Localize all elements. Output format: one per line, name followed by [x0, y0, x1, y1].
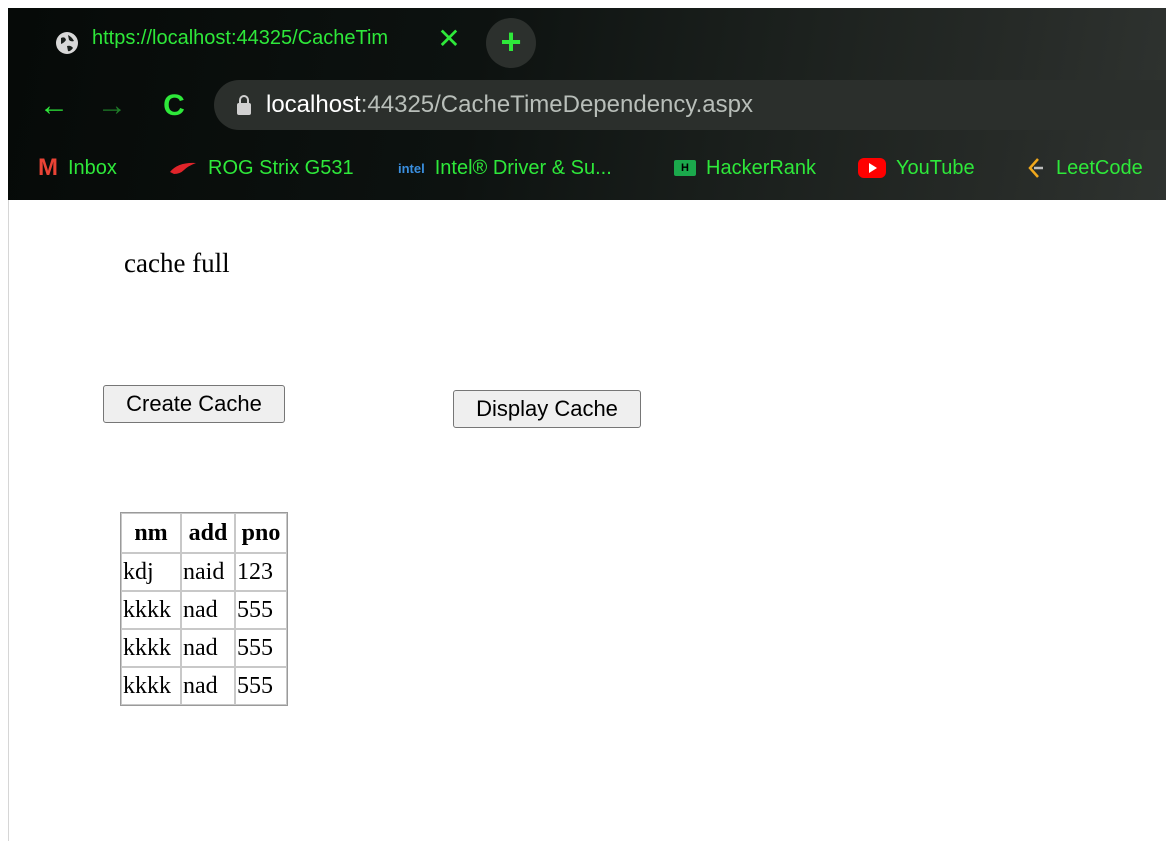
globe-icon: [56, 32, 78, 54]
leetcode-icon: [1028, 158, 1043, 178]
bookmark-label: HackerRank: [706, 156, 817, 179]
gmail-icon: M: [38, 154, 58, 181]
bookmark-intel[interactable]: intel Intel® Driver & Su...: [398, 154, 612, 182]
hackerrank-icon: H: [674, 160, 696, 176]
display-cache-button[interactable]: Display Cache: [453, 390, 641, 428]
cache-table: nm add pno kdj naid 123 kkkk nad 555 kkk…: [120, 512, 288, 706]
browser-tab[interactable]: https://localhost:44325/CacheTim ✕: [8, 8, 478, 78]
bookmark-label: ROG Strix G531: [208, 156, 354, 179]
table-cell: 555: [235, 629, 287, 667]
table-cell: nad: [181, 591, 235, 629]
bookmark-inbox[interactable]: M Inbox: [38, 154, 117, 182]
url-text: localhost:44325/CacheTimeDependency.aspx: [266, 90, 753, 120]
table-cell: kkkk: [121, 629, 181, 667]
lock-icon: [237, 95, 251, 115]
table-row: kdj naid 123: [121, 553, 287, 591]
bookmark-hackerrank[interactable]: H HackerRank: [674, 154, 816, 182]
table-cell: 123: [235, 553, 287, 591]
bookmark-rog[interactable]: ROG Strix G531: [168, 154, 354, 182]
table-cell: naid: [181, 553, 235, 591]
table-row: kkkk nad 555: [121, 629, 287, 667]
youtube-icon: [858, 158, 886, 178]
back-arrow-icon[interactable]: ←: [34, 84, 74, 128]
bookmark-youtube[interactable]: YouTube: [858, 154, 975, 182]
viewport-edge: [8, 200, 9, 841]
table-cell: 555: [235, 591, 287, 629]
bookmark-label: Intel® Driver & Su...: [434, 156, 612, 179]
reload-icon[interactable]: C: [154, 84, 194, 128]
table-cell: nad: [181, 629, 235, 667]
tab-title: https://localhost:44325/CacheTim: [92, 27, 389, 49]
create-cache-button[interactable]: Create Cache: [103, 385, 285, 423]
rog-icon: [170, 162, 196, 174]
table-row: kkkk nad 555: [121, 591, 287, 629]
bookmark-label: Inbox: [68, 156, 117, 179]
table-cell: kkkk: [121, 667, 181, 705]
table-cell: nad: [181, 667, 235, 705]
cache-status-label: cache full: [124, 248, 230, 278]
url-path: :44325/CacheTimeDependency.aspx: [360, 91, 753, 118]
table-cell: kkkk: [121, 591, 181, 629]
forward-arrow-icon[interactable]: →: [92, 84, 132, 128]
column-header: add: [181, 513, 235, 553]
address-bar[interactable]: localhost:44325/CacheTimeDependency.aspx: [214, 80, 1166, 130]
table-cell: 555: [235, 667, 287, 705]
column-header: nm: [121, 513, 181, 553]
table-row: kkkk nad 555: [121, 667, 287, 705]
bookmarks-bar: M Inbox ROG Strix G531 intel Intel® Driv…: [8, 144, 1166, 192]
new-tab-button[interactable]: +: [486, 18, 536, 68]
bookmark-leetcode[interactable]: LeetCode: [1026, 154, 1143, 182]
bookmark-label: YouTube: [896, 156, 975, 179]
table-cell: kdj: [121, 553, 181, 591]
url-host: localhost: [266, 91, 361, 118]
intel-icon: intel: [398, 160, 425, 176]
browser-chrome: https://localhost:44325/CacheTim ✕ + ← →…: [8, 8, 1166, 200]
column-header: pno: [235, 513, 287, 553]
bookmark-label: LeetCode: [1056, 156, 1143, 179]
tab-close-icon[interactable]: ✕: [434, 24, 464, 54]
table-header-row: nm add pno: [121, 513, 287, 553]
